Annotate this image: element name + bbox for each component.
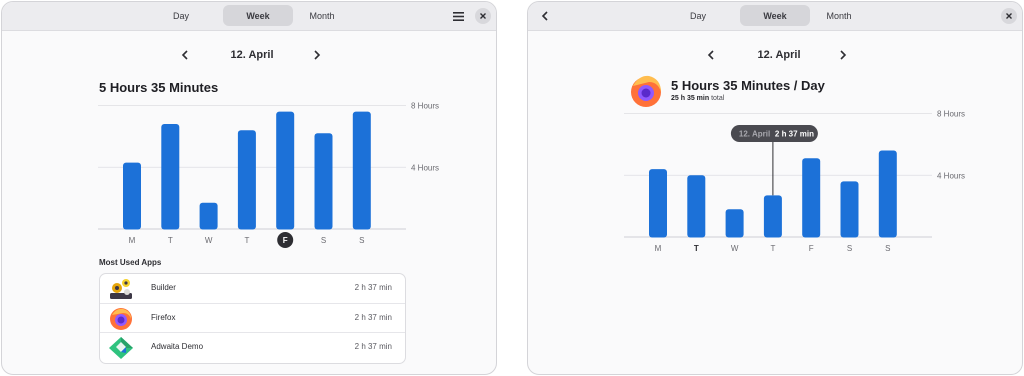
chart-bar	[840, 181, 859, 238]
chart-bar	[237, 130, 256, 230]
x-tick-label: W	[731, 244, 739, 253]
builder-icon	[110, 279, 132, 299]
chart-bar	[161, 124, 180, 230]
chart-bar	[199, 202, 218, 230]
y-tick-label: 4 Hours	[411, 163, 439, 172]
usage-window-week: Day Week Month 12. April 5 Hours 35 Minu…	[1, 1, 497, 375]
previous-date-button[interactable]	[703, 47, 719, 63]
previous-date-button[interactable]	[177, 47, 193, 63]
header-bar: Day Week Month	[528, 2, 1022, 31]
chart-bar	[763, 195, 782, 238]
header-bar: Day Week Month	[2, 2, 496, 31]
most-used-apps-heading: Most Used Apps	[99, 258, 162, 267]
next-date-button[interactable]	[309, 47, 325, 63]
tooltip-date: 12. April	[739, 130, 770, 139]
app-time: 2 h 37 min	[354, 283, 392, 292]
chart-bar	[352, 111, 371, 230]
app-name: Builder	[151, 283, 176, 292]
x-tick-label: M	[129, 236, 136, 245]
tab-week[interactable]: Week	[223, 5, 293, 26]
x-tick-label: F	[283, 236, 288, 245]
app-time: 2 h 37 min	[354, 342, 392, 351]
app-weekly-usage-chart: 8 Hours 4 Hours M T W T F S S 12. April 2 h 37 min	[624, 110, 965, 253]
x-tick-label: F	[809, 244, 814, 253]
total-usage-line: 25 h 35 min total	[671, 95, 724, 102]
tab-month[interactable]: Month	[804, 5, 874, 26]
x-tick-label: S	[847, 244, 852, 253]
weekly-usage-chart: 8 Hours 4 Hours M T W T F S S	[98, 102, 439, 248]
close-icon[interactable]	[475, 8, 491, 24]
x-tick-label: W	[205, 236, 213, 245]
tab-month[interactable]: Month	[287, 5, 357, 26]
y-tick-label: 8 Hours	[937, 110, 965, 119]
chevron-left-icon	[181, 50, 188, 60]
list-item[interactable]: Firefox 2 h 37 min	[100, 303, 405, 332]
y-tick-label: 8 Hours	[411, 102, 439, 111]
chart-bar	[314, 133, 333, 230]
total-usage-suffix: total	[711, 95, 725, 102]
tooltip-value: 2 h 37 min	[775, 130, 814, 139]
x-tick-label: M	[655, 244, 662, 253]
back-arrow-icon[interactable]	[537, 8, 553, 24]
chart-bar	[123, 162, 141, 230]
x-tick-label: T	[168, 236, 173, 245]
firefox-icon	[110, 308, 132, 330]
app-usage-title: 5 Hours 35 Minutes / Day	[671, 78, 825, 93]
y-tick-label: 4 Hours	[937, 171, 965, 180]
chevron-right-icon	[314, 50, 321, 60]
close-icon[interactable]	[1001, 8, 1017, 24]
x-tick-label: S	[885, 244, 890, 253]
x-tick-label: T	[244, 236, 249, 245]
chevron-right-icon	[840, 50, 847, 60]
chart-bar	[649, 169, 667, 238]
list-item[interactable]: Builder 2 h 37 min	[100, 274, 405, 303]
app-name: Firefox	[151, 313, 176, 322]
total-usage-value: 25 h 35 min	[671, 95, 710, 102]
chevron-left-icon	[707, 50, 714, 60]
most-used-apps-list: Builder 2 h 37 min Firefox 2 h 37 min Ad…	[99, 273, 406, 364]
x-tick-label: S	[321, 236, 326, 245]
x-tick-label: T	[694, 244, 699, 253]
x-tick-label: T	[770, 244, 775, 253]
chart-bar	[725, 209, 744, 238]
chart-bar	[802, 158, 821, 238]
hamburger-menu-icon[interactable]	[450, 8, 466, 24]
app-name: Adwaita Demo	[151, 342, 204, 351]
adwaita-demo-icon	[109, 337, 133, 359]
app-time: 2 h 37 min	[354, 313, 392, 322]
current-date: 12. April	[757, 49, 801, 61]
x-tick-label: S	[359, 236, 364, 245]
app-usage-window: Day Week Month 12. April 5 Hours 35 Minu…	[527, 1, 1023, 375]
chart-bar	[687, 175, 706, 238]
chart-bar	[276, 111, 295, 230]
tab-day[interactable]: Day	[146, 5, 216, 26]
current-date: 12. April	[230, 49, 274, 61]
list-item[interactable]: Adwaita Demo 2 h 37 min	[100, 332, 405, 361]
tab-week[interactable]: Week	[740, 5, 810, 26]
total-usage-title: 5 Hours 35 Minutes	[99, 80, 219, 95]
tab-day[interactable]: Day	[663, 5, 733, 26]
next-date-button[interactable]	[835, 47, 851, 63]
chart-bar	[878, 150, 897, 238]
